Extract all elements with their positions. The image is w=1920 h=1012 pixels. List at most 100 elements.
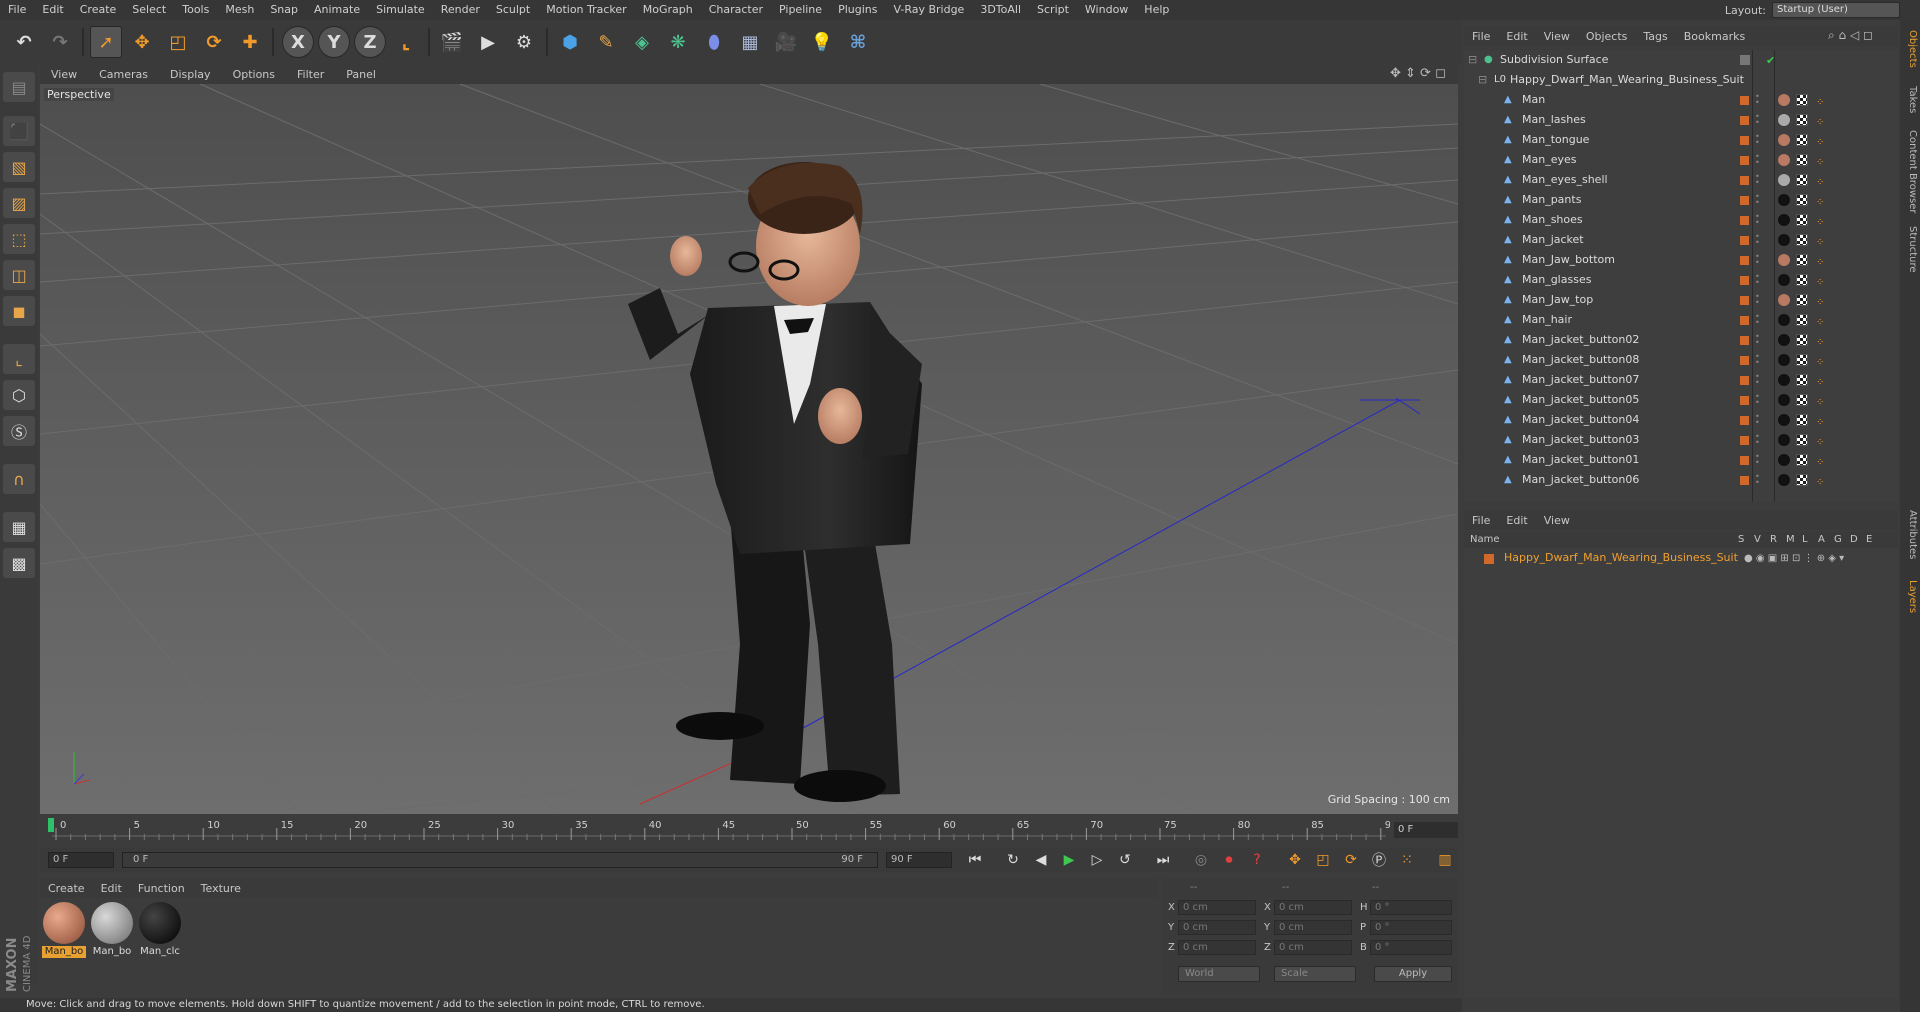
menu-item-edit[interactable]: Edit [1498, 30, 1535, 43]
menu-item-file[interactable]: File [1464, 514, 1498, 527]
texture-tag-icon[interactable] [1796, 434, 1808, 446]
texture-tag-icon[interactable] [1796, 314, 1808, 326]
texture-tag-icon[interactable] [1796, 294, 1808, 306]
texture-tag-icon[interactable] [1796, 174, 1808, 186]
object-layer-swatch[interactable] [1740, 436, 1749, 445]
material-tag-icon[interactable] [1778, 94, 1790, 106]
position-z-field[interactable]: 0 cm [1178, 940, 1256, 955]
texture-tag-icon[interactable] [1796, 154, 1808, 166]
render-view-icon[interactable]: 🎬 [436, 26, 468, 58]
move-icon[interactable]: ✥ [126, 26, 158, 58]
menu-item-filter[interactable]: Filter [286, 68, 335, 81]
texture-tag-icon[interactable] [1796, 214, 1808, 226]
menu-item-display[interactable]: Display [159, 68, 222, 81]
texture-tag-icon[interactable] [1796, 134, 1808, 146]
object-row[interactable]: ▲ Man_tongue • • ⁘ [1464, 130, 1898, 150]
coordinate-system-icon[interactable]: ⌞ [390, 26, 422, 58]
edges-mode-icon[interactable]: ◫ [3, 260, 35, 290]
rotation-b-field[interactable]: 0 ° [1370, 940, 1452, 955]
menu-item-sculpt[interactable]: Sculpt [488, 0, 538, 20]
menu-item-mograph[interactable]: MoGraph [635, 0, 701, 20]
material-swatch[interactable]: Man_clc [138, 902, 182, 960]
menu-item-3dtoall[interactable]: 3DToAll [972, 0, 1029, 20]
menu-item-plugins[interactable]: Plugins [830, 0, 885, 20]
material-tag-icon[interactable] [1778, 174, 1790, 186]
previous-key-icon[interactable]: ↻ [1002, 850, 1024, 870]
material-tag-icon[interactable] [1778, 134, 1790, 146]
visibility-dots[interactable]: • • [1755, 273, 1760, 287]
apply-button[interactable]: Apply [1374, 966, 1452, 982]
texture-tag-icon[interactable] [1796, 354, 1808, 366]
go-to-start-icon[interactable]: ⏮ [964, 850, 986, 870]
menu-item-render[interactable]: Render [433, 0, 488, 20]
redo-icon[interactable]: ↷ [44, 26, 76, 58]
object-row[interactable]: ▲ Man • • ⁘ [1464, 90, 1898, 110]
texture-tag-icon[interactable] [1796, 454, 1808, 466]
menu-item-help[interactable]: Help [1136, 0, 1177, 20]
object-layer-swatch[interactable] [1740, 136, 1749, 145]
magnet-icon[interactable]: ∩ [3, 464, 35, 494]
material-tag-icon[interactable] [1778, 374, 1790, 386]
menu-item-script[interactable]: Script [1029, 0, 1077, 20]
deformer-icon[interactable]: ⬮ [698, 26, 730, 58]
object-layer-swatch[interactable] [1740, 216, 1749, 225]
texture-tag-icon[interactable] [1796, 94, 1808, 106]
object-row[interactable]: ▲ Man_Jaw_top • • ⁘ [1464, 290, 1898, 310]
select-arrow-icon[interactable]: ➚ [90, 26, 122, 58]
visibility-dots[interactable]: • • [1755, 473, 1760, 487]
cloner-icon[interactable]: ❋ [662, 26, 694, 58]
material-tag-icon[interactable] [1778, 334, 1790, 346]
subdivision-generator-icon[interactable]: ◈ [626, 26, 658, 58]
object-layer-swatch[interactable] [1740, 236, 1749, 245]
key-scale-icon[interactable]: ◰ [1312, 850, 1334, 870]
record-keys-icon[interactable]: ◎ [1190, 850, 1212, 870]
key-pla-icon[interactable]: ⁙ [1396, 850, 1418, 870]
object-layer-swatch[interactable] [1740, 276, 1749, 285]
material-tag-icon[interactable] [1778, 294, 1790, 306]
tab-attributes[interactable]: Attributes [1902, 510, 1918, 559]
object-row[interactable]: ▲ Man_eyes • • ⁘ [1464, 150, 1898, 170]
object-layer-swatch[interactable] [1740, 416, 1749, 425]
undo-icon[interactable]: ↶ [8, 26, 40, 58]
menu-item-cameras[interactable]: Cameras [88, 68, 159, 81]
menu-item-snap[interactable]: Snap [262, 0, 306, 20]
visibility-dots[interactable]: • • [1755, 293, 1760, 307]
object-row[interactable]: ▲ Man_lashes • • ⁘ [1464, 110, 1898, 130]
menu-item-view[interactable]: View [1536, 30, 1578, 43]
tab-layers[interactable]: Layers [1902, 580, 1918, 613]
frame-range-slider[interactable]: 0 F 90 F [122, 852, 878, 868]
z-axis-icon[interactable]: Z [354, 26, 386, 58]
menu-item-panel[interactable]: Panel [335, 68, 387, 81]
light-icon[interactable]: 💡 [806, 26, 838, 58]
menu-item-animate[interactable]: Animate [306, 0, 368, 20]
texture-tag-icon[interactable] [1796, 474, 1808, 486]
material-swatch[interactable]: Man_bo [42, 902, 86, 960]
workplane-icon[interactable]: ▤ [3, 72, 35, 102]
texture-tag-icon[interactable] [1796, 334, 1808, 346]
object-layer-swatch[interactable] [1740, 336, 1749, 345]
object-row[interactable]: ▲ Man_pants • • ⁘ [1464, 190, 1898, 210]
material-tag-icon[interactable] [1778, 474, 1790, 486]
position-x-field[interactable]: 0 cm [1178, 900, 1256, 915]
menu-item-tools[interactable]: Tools [174, 0, 217, 20]
cube-primitive-icon[interactable]: ⬢ [554, 26, 586, 58]
next-key-icon[interactable]: ↺ [1114, 850, 1136, 870]
keyframe-selection-icon[interactable]: ? [1246, 850, 1268, 870]
visibility-dots[interactable]: • • [1755, 213, 1760, 227]
menu-item-bookmarks[interactable]: Bookmarks [1676, 30, 1753, 43]
material-tag-icon[interactable] [1778, 194, 1790, 206]
object-layer-swatch[interactable] [1740, 456, 1749, 465]
visibility-dots[interactable]: • • [1755, 173, 1760, 187]
add-icon[interactable]: ✚ [234, 26, 266, 58]
go-to-end-icon[interactable]: ⏭ [1152, 850, 1174, 870]
material-tag-icon[interactable] [1778, 154, 1790, 166]
timeline-ruler[interactable]: 0 5 10 15 20 25 30 35 40 45 50 55 60 65 70 75 80 85 90 [40, 814, 1458, 844]
snap-icon[interactable]: Ⓢ [3, 416, 35, 446]
object-row[interactable]: ▲ Man_jacket_button05 • • ⁘ [1464, 390, 1898, 410]
material-tag-icon[interactable] [1778, 414, 1790, 426]
menu-item-edit[interactable]: Edit [1498, 514, 1535, 527]
layer-row[interactable]: Happy_Dwarf_Man_Wearing_Business_Suit ● … [1464, 548, 1898, 568]
menu-item-file[interactable]: File [1464, 30, 1498, 43]
scale-y-field[interactable]: 0 cm [1274, 920, 1352, 935]
transform-mode-dropdown[interactable]: Scale [1274, 966, 1356, 982]
